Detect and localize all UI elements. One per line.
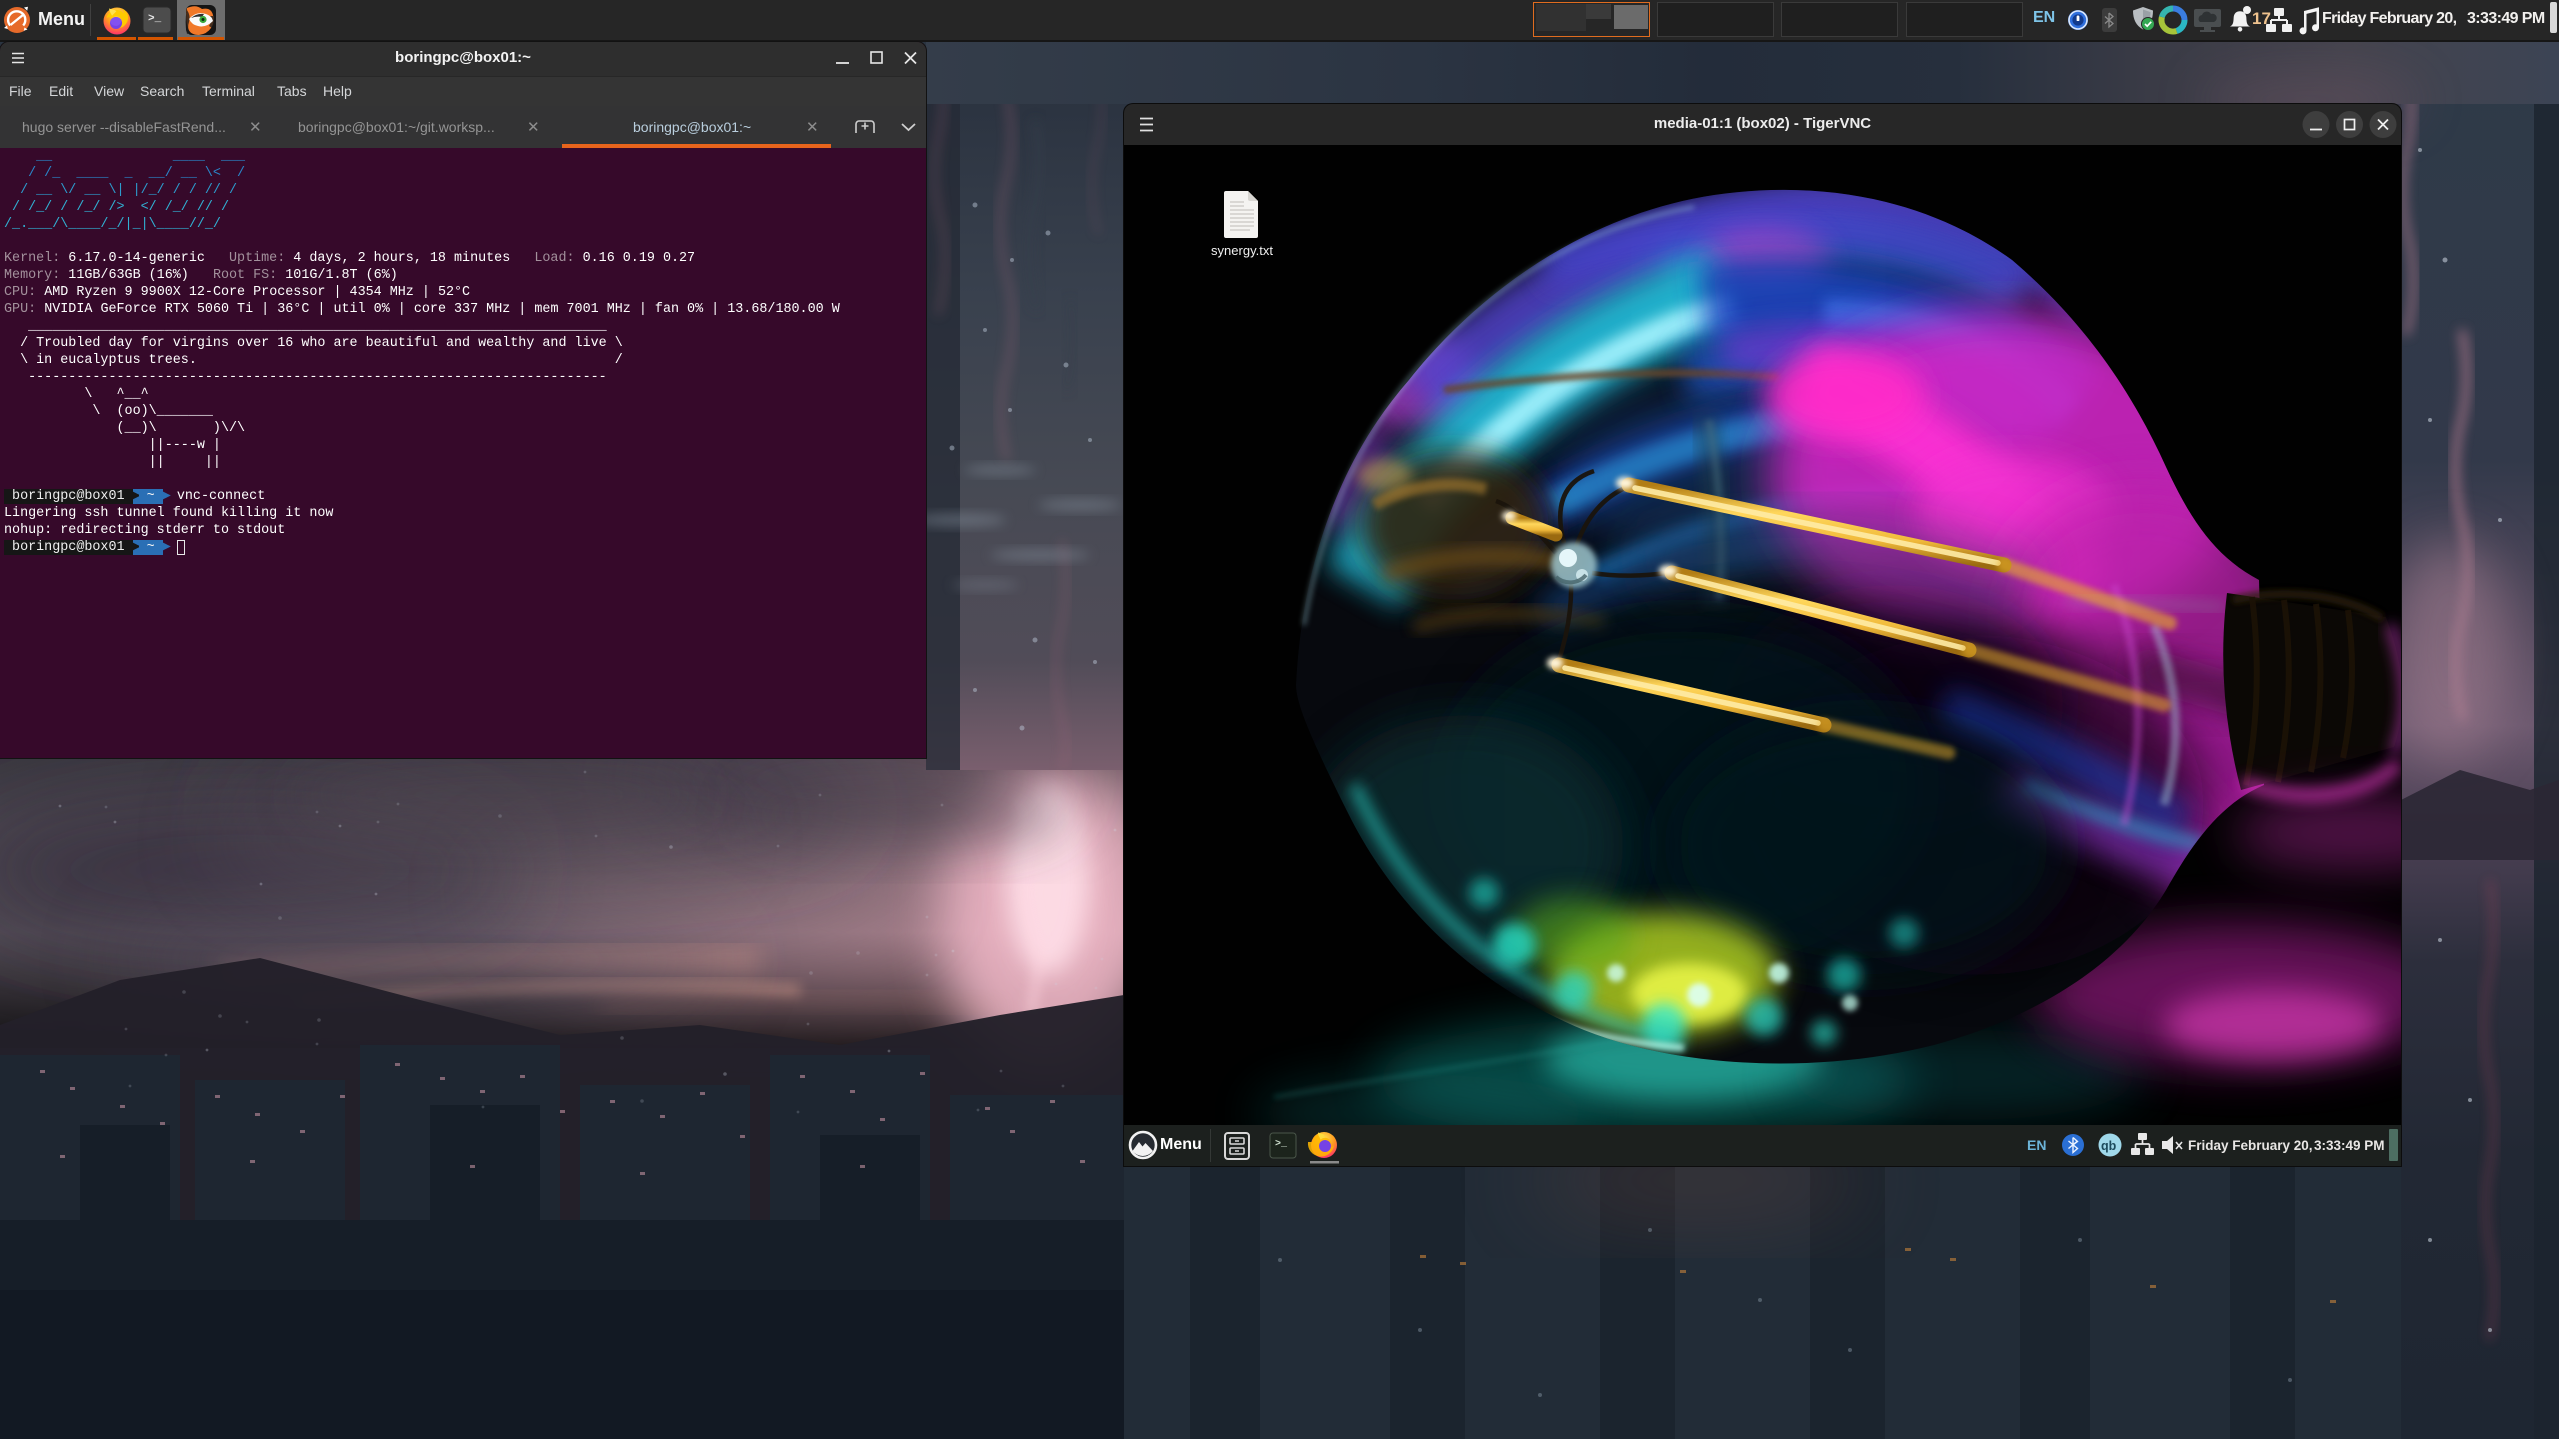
svg-text:>_: >_ (148, 13, 162, 25)
svg-text:qb: qb (2101, 1139, 2117, 1153)
svg-text:>_: >_ (1275, 1139, 1288, 1150)
